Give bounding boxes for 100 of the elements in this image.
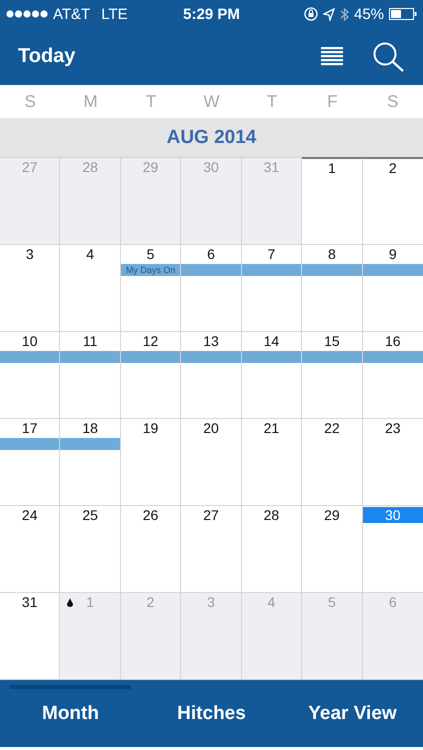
day-number: 1	[328, 160, 336, 176]
day-cell[interactable]: 23	[362, 419, 423, 506]
day-cell[interactable]: 15	[302, 332, 363, 419]
day-number: 3	[26, 246, 34, 262]
day-cell[interactable]: 30	[362, 506, 423, 593]
list-icon[interactable]	[321, 46, 343, 66]
day-number: 18	[82, 420, 98, 436]
day-cell[interactable]: 1	[302, 157, 363, 245]
event-bar[interactable]	[0, 351, 60, 363]
day-number: 30	[362, 507, 423, 523]
event-bar[interactable]	[120, 351, 180, 363]
event-bar[interactable]	[60, 438, 120, 450]
day-number: 4	[86, 246, 94, 262]
day-number: 2	[146, 594, 154, 610]
day-cell[interactable]: 25	[60, 506, 121, 593]
day-number: 29	[142, 159, 158, 175]
day-number: 4	[268, 594, 276, 610]
day-cell[interactable]: 6	[181, 245, 242, 332]
event-bar[interactable]	[362, 264, 423, 276]
day-cell[interactable]: 18	[60, 419, 121, 506]
event-bar[interactable]	[302, 351, 362, 363]
day-cell[interactable]: 20	[181, 419, 242, 506]
day-number: 25	[82, 507, 98, 523]
event-bar[interactable]	[302, 264, 362, 276]
day-cell[interactable]: 26	[120, 506, 182, 593]
battery-percent: 45%	[354, 6, 384, 22]
day-number: 11	[82, 333, 98, 349]
day-cell[interactable]: 9	[362, 245, 423, 332]
day-number: 6	[207, 246, 215, 262]
weekday-label: M	[84, 92, 98, 112]
status-time: 5:29 PM	[183, 6, 240, 22]
day-cell[interactable]: 19	[120, 419, 182, 506]
day-number: 1	[86, 594, 94, 610]
day-cell[interactable]: 8	[302, 245, 363, 332]
day-cell[interactable]: 13	[181, 332, 242, 419]
event-bar[interactable]	[181, 351, 241, 363]
day-cell[interactable]: 29	[302, 506, 363, 593]
day-cell[interactable]: 21	[242, 419, 302, 506]
day-number: 31	[264, 159, 280, 175]
day-number: 17	[22, 420, 38, 436]
day-number: 14	[264, 333, 280, 349]
day-number: 3	[207, 594, 215, 610]
carrier-name: AT&T	[53, 6, 90, 22]
weekday-label: W	[203, 92, 220, 112]
rotation-lock-icon	[304, 7, 318, 21]
day-cell[interactable]: 4	[60, 245, 121, 332]
day-cell[interactable]: 5 My Days On	[120, 245, 182, 332]
day-cell[interactable]: 3	[0, 245, 60, 332]
day-number: 27	[22, 159, 38, 175]
day-number: 19	[142, 420, 158, 436]
day-number: 5	[328, 594, 336, 610]
tab[interactable]: Month	[0, 680, 141, 747]
search-icon[interactable]	[373, 42, 405, 72]
day-cell[interactable]: 24	[0, 506, 60, 593]
day-number: 31	[22, 594, 38, 610]
day-cell[interactable]: 17	[0, 419, 60, 506]
day-number: 13	[203, 333, 219, 349]
day-number: 22	[324, 420, 340, 436]
day-number: 30	[203, 159, 219, 175]
day-number: 29	[324, 507, 340, 523]
day-number: 26	[142, 507, 158, 523]
event-bar[interactable]	[181, 264, 241, 276]
weekday-label: S	[387, 92, 398, 112]
day-cell[interactable]: 31	[0, 593, 60, 680]
day-cell[interactable]: 22	[302, 419, 363, 506]
signal-icon	[6, 10, 48, 18]
day-cell[interactable]: 28	[242, 506, 302, 593]
day-cell[interactable]: 14	[242, 332, 302, 419]
event-bar[interactable]	[60, 351, 120, 363]
day-cell[interactable]: 16	[362, 332, 423, 419]
location-icon	[322, 8, 335, 20]
day-number: 21	[264, 420, 280, 436]
network-type: LTE	[101, 6, 128, 22]
day-number: 12	[142, 333, 158, 349]
day-number: 8	[328, 246, 336, 262]
day-cell[interactable]: 2	[362, 157, 423, 245]
day-cell[interactable]: 27	[181, 506, 242, 593]
bluetooth-icon	[340, 6, 349, 22]
day-cell[interactable]: 7	[242, 245, 302, 332]
day-cell[interactable]: 11	[60, 332, 121, 419]
day-number: 7	[268, 246, 276, 262]
day-number: 15	[324, 333, 340, 349]
day-cell[interactable]: 10	[0, 332, 60, 419]
day-number: 28	[264, 507, 280, 523]
weekday-label: S	[24, 92, 36, 112]
event-bar[interactable]	[242, 264, 302, 276]
day-number: 23	[384, 420, 401, 436]
event-bar[interactable]	[242, 351, 302, 363]
day-number: 27	[203, 507, 219, 523]
month-title: AUG 2014	[166, 126, 256, 148]
day-number: 2	[388, 160, 397, 176]
event-bar[interactable]	[0, 438, 60, 450]
tab[interactable]: Hitches	[141, 680, 282, 747]
tab[interactable]: Year View	[282, 680, 423, 747]
weekday-label: T	[146, 92, 156, 112]
battery-icon	[389, 8, 418, 20]
day-number: 20	[203, 420, 219, 436]
today-button[interactable]: Today	[18, 45, 321, 68]
day-cell[interactable]: 12	[120, 332, 182, 419]
event-bar[interactable]	[362, 351, 423, 363]
